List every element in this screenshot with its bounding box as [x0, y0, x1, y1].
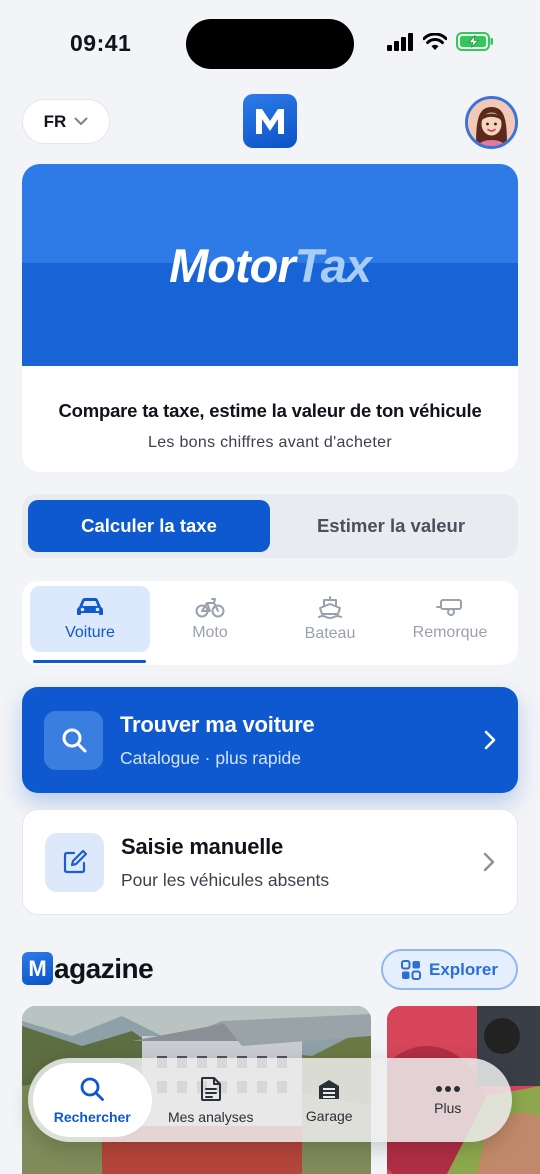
nav-label: Mes analyses: [167, 1108, 254, 1125]
segment-estimate-value[interactable]: Estimer la valeur: [270, 500, 512, 552]
edit-icon: [63, 849, 87, 874]
explore-button[interactable]: Explorer: [381, 949, 518, 990]
search-icon: [80, 1077, 105, 1101]
bottom-navigation: Rechercher Mes analyses Garage Plus: [28, 1058, 512, 1142]
hero-banner: MotorTax: [22, 164, 518, 366]
battery-icon: [456, 32, 493, 51]
tab-remorque[interactable]: Remorque: [390, 586, 510, 652]
manual-entry-button[interactable]: Saisie manuelle Pour les véhicules absen…: [22, 809, 518, 915]
hero-card: MotorTax Compare ta taxe, estime la vale…: [22, 164, 518, 472]
signal-icon: [387, 32, 413, 51]
nav-garage[interactable]: Garage: [270, 1063, 389, 1137]
nav-my-analyses[interactable]: Mes analyses: [152, 1063, 271, 1137]
action-title: Saisie manuelle: [121, 833, 284, 859]
wifi-icon: [423, 32, 447, 50]
car-icon: [77, 598, 103, 615]
language-label: FR: [43, 111, 67, 131]
language-selector[interactable]: FR: [22, 99, 110, 144]
brand-logo-part1: Motor: [169, 238, 296, 292]
status-time: 09:41: [70, 30, 132, 56]
user-avatar-icon: [468, 99, 515, 146]
avatar[interactable]: [465, 96, 518, 149]
tab-label: Remorque: [412, 624, 488, 641]
action-subtitle: Pour les véhicules absents: [121, 869, 330, 890]
bicycle-icon: [195, 598, 225, 618]
mode-segmented-control: Calculer la taxe Estimer la valeur: [22, 494, 518, 558]
active-tab-indicator: [33, 660, 146, 663]
grid-icon: [401, 959, 421, 980]
search-icon: [62, 728, 86, 753]
hero-title: Compare ta taxe, estime la valeur de ton…: [58, 400, 482, 421]
tab-label: Voiture: [65, 624, 115, 641]
vehicle-type-tabs: Voiture Moto Bateau Remorque: [22, 581, 518, 665]
nav-label: Rechercher: [53, 1108, 131, 1125]
magazine-logo-letter: M: [28, 955, 47, 981]
dynamic-island: [186, 19, 354, 69]
explore-label: Explorer: [429, 959, 498, 979]
more-icon: [435, 1085, 460, 1092]
nav-label: Garage: [305, 1107, 353, 1124]
tab-bateau[interactable]: Bateau: [270, 586, 390, 652]
action-icon-box: [45, 832, 104, 892]
brand-logo: MotorTax: [169, 238, 372, 293]
nav-search[interactable]: Rechercher: [33, 1063, 152, 1137]
chevron-down-icon: [74, 117, 88, 125]
action-subtitle: Catalogue · plus rapide: [120, 747, 301, 768]
status-bar: 09:41: [0, 0, 540, 90]
find-my-car-button[interactable]: Trouver ma voiture Catalogue · plus rapi…: [22, 687, 518, 793]
document-icon: [200, 1076, 221, 1101]
magazine-title: M agazine: [22, 952, 154, 985]
chevron-right-icon: [483, 852, 495, 872]
chevron-right-icon: [484, 730, 496, 750]
status-icons: [387, 32, 494, 51]
trailer-icon: [436, 599, 462, 616]
action-title: Trouver ma voiture: [120, 711, 315, 737]
app-logo[interactable]: [243, 94, 297, 148]
nav-label: Plus: [434, 1099, 462, 1116]
tab-moto[interactable]: Moto: [150, 586, 270, 652]
m-logo-icon: [256, 109, 284, 134]
tab-label: Moto: [192, 624, 228, 641]
magazine-title-text: agazine: [54, 952, 154, 984]
nav-more[interactable]: Plus: [389, 1063, 508, 1137]
segment-calculate-tax[interactable]: Calculer la taxe: [28, 500, 270, 552]
boat-icon: [318, 596, 342, 619]
action-icon-box: [44, 710, 103, 770]
tab-label: Bateau: [304, 625, 356, 642]
magazine-logo: M: [22, 952, 53, 985]
brand-logo-part2: Tax: [294, 238, 372, 292]
tab-voiture[interactable]: Voiture: [30, 586, 150, 652]
hero-subtitle: Les bons chiffres avant d'acheter: [148, 434, 392, 451]
garage-icon: [319, 1079, 340, 1099]
